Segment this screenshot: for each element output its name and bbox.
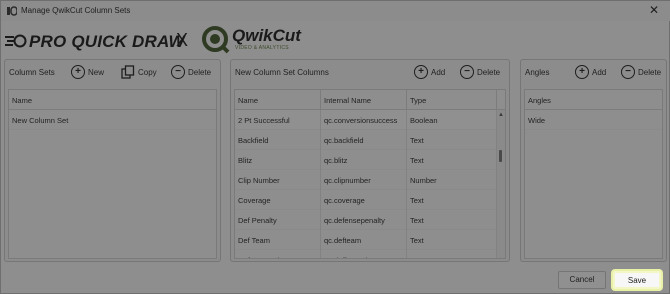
cell-type: Number — [407, 170, 497, 190]
list-item[interactable]: New Column Set — [9, 110, 216, 130]
app-icon — [7, 6, 17, 16]
manage-column-sets-dialog: Manage QwikCut Column Sets ✕ PRO QUICK D… — [0, 0, 670, 294]
cell-type: Text — [407, 150, 497, 170]
cell-internal-name: qc.defensepenalty — [321, 210, 407, 230]
add-label: Add — [431, 67, 446, 77]
angles-panel: + Add − Delete Angles Angles Wide — [520, 59, 667, 262]
cell-name: Def. Formation — [235, 250, 321, 258]
cell-name: 2 Pt Successful — [235, 110, 321, 130]
remove-icon: − — [171, 65, 185, 79]
cell-type: Text — [407, 250, 497, 258]
angles-header: Angles — [525, 90, 662, 110]
title-bar: Manage QwikCut Column Sets ✕ — [1, 1, 670, 21]
delete-angle-button[interactable]: − Delete — [621, 64, 661, 80]
angles-toolbar: + Add − Delete Angles — [521, 60, 666, 86]
qwikcut-logo-subtitle: VIDEO & ANALYTICS — [235, 45, 289, 51]
cell-name: Coverage — [235, 190, 321, 210]
delete-label: Delete — [638, 67, 662, 77]
columns-title: New Column Set Columns — [235, 68, 329, 77]
cell-internal-name: qc.defteam — [321, 230, 407, 250]
table-row[interactable]: Backfield qc.backfield Text — [235, 130, 505, 150]
columns-scrollbar[interactable]: ▲ — [497, 110, 505, 258]
add-label: Add — [592, 67, 607, 77]
angles-list[interactable]: Angles Wide — [524, 89, 663, 259]
scrollbar-thumb[interactable] — [499, 150, 502, 162]
table-row[interactable]: Def Team qc.defteam Text — [235, 230, 505, 250]
type-column-header[interactable]: Type — [407, 90, 497, 110]
copy-icon — [121, 65, 135, 79]
delete-label: Delete — [477, 67, 501, 77]
remove-icon: − — [621, 65, 635, 79]
column-sets-title: Column Sets — [9, 68, 55, 77]
columns-toolbar: New Column Set Columns + Add − Delete — [231, 60, 509, 86]
delete-column-button[interactable]: − Delete — [460, 64, 500, 80]
new-label: New — [88, 67, 105, 77]
table-row[interactable]: Def. Formation qc.defformation Text — [235, 250, 505, 258]
cell-name: Def Team — [235, 230, 321, 250]
cancel-button[interactable]: Cancel — [558, 271, 606, 289]
copy-column-set-button[interactable]: Copy — [121, 64, 157, 80]
cell-type: Text — [407, 210, 497, 230]
window-title: Manage QwikCut Column Sets — [21, 6, 131, 15]
cell-internal-name: qc.backfield — [321, 130, 407, 150]
name-column-header[interactable]: Name — [235, 90, 321, 110]
cell-type: Text — [407, 230, 497, 250]
cell-name: Backfield — [235, 130, 321, 150]
close-icon[interactable]: ✕ — [649, 3, 659, 17]
internal-name-column-header[interactable]: Internal Name — [321, 90, 407, 110]
columns-table-header: Name Internal Name Type — [235, 90, 505, 110]
new-column-set-button[interactable]: + New — [71, 64, 104, 80]
pro-quick-draw-logo-text: PRO QUICK DRAW — [29, 32, 185, 51]
qwikcut-logo-icon — [202, 26, 230, 54]
copy-label: Copy — [138, 67, 157, 77]
column-sets-panel: Column Sets + New Copy − Delete Name New… — [4, 59, 221, 262]
columns-panel: New Column Set Columns + Add − Delete Na… — [230, 59, 510, 262]
cell-internal-name: qc.blitz — [321, 150, 407, 170]
cell-name: Def Penalty — [235, 210, 321, 230]
brand-header: PRO QUICK DRAW X QwikCut VIDEO & ANALYTI… — [5, 23, 325, 57]
brand-separator: X — [176, 30, 189, 50]
delete-column-set-button[interactable]: − Delete — [171, 64, 211, 80]
table-row[interactable]: 2 Pt Successful qc.conversionsuccess Boo… — [235, 110, 505, 130]
angle-name: Wide — [528, 116, 546, 125]
column-set-name: New Column Set — [12, 116, 69, 125]
table-row[interactable]: Blitz qc.blitz Text — [235, 150, 505, 170]
column-sets-list[interactable]: Name New Column Set — [8, 89, 217, 259]
list-item[interactable]: Wide — [525, 110, 662, 130]
delete-label: Delete — [188, 67, 212, 77]
table-row[interactable]: Def Penalty qc.defensepenalty Text — [235, 210, 505, 230]
add-icon: + — [575, 65, 589, 79]
add-angle-button[interactable]: + Add — [575, 64, 606, 80]
cell-type: Text — [407, 130, 497, 150]
angles-title: Angles — [525, 68, 550, 77]
qwikcut-logo-text: QwikCut — [232, 26, 301, 45]
remove-icon: − — [460, 65, 474, 79]
column-sets-toolbar: Column Sets + New Copy − Delete — [5, 60, 220, 86]
cell-internal-name: qc.clipnumber — [321, 170, 407, 190]
cell-internal-name: qc.coverage — [321, 190, 407, 210]
columns-table[interactable]: Name Internal Name Type 2 Pt Successful … — [234, 89, 506, 259]
cell-type: Boolean — [407, 110, 497, 130]
scroll-up-icon[interactable]: ▲ — [498, 112, 504, 118]
cell-internal-name: qc.conversionsuccess — [321, 110, 407, 130]
angles-column-header[interactable]: Angles — [525, 90, 662, 110]
cell-name: Blitz — [235, 150, 321, 170]
cell-type: Text — [407, 190, 497, 210]
table-row[interactable]: Clip Number qc.clipnumber Number — [235, 170, 505, 190]
cell-name: Clip Number — [235, 170, 321, 190]
add-icon: + — [71, 65, 85, 79]
add-icon: + — [414, 65, 428, 79]
pro-quick-draw-logo-icon — [5, 34, 27, 48]
cell-internal-name: qc.defformation — [321, 250, 407, 258]
name-column-header[interactable]: Name — [9, 90, 216, 110]
table-row[interactable]: Coverage qc.coverage Text — [235, 190, 505, 210]
add-column-button[interactable]: + Add — [414, 64, 445, 80]
column-sets-header: Name — [9, 90, 216, 110]
save-button[interactable]: Save — [613, 271, 661, 289]
